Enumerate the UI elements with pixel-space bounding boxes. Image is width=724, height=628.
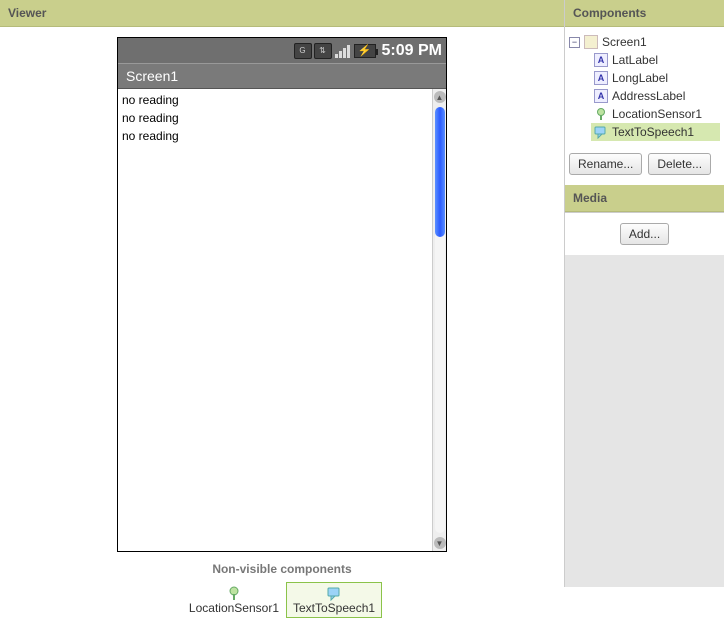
components-header: Components: [565, 0, 724, 27]
phone-preview: G ⇅ ⚡ 5:09 PM Screen1 no reading no read…: [117, 37, 447, 552]
rename-button[interactable]: Rename...: [569, 153, 642, 175]
nonvisible-item-label: LocationSensor1: [189, 601, 279, 615]
viewer-header: Viewer: [0, 0, 564, 27]
network-g-icon: G: [294, 43, 312, 59]
tree-item-label: LatLabel: [612, 53, 658, 67]
address-label[interactable]: no reading: [122, 127, 428, 145]
nonvisible-title: Non-visible components: [0, 562, 564, 576]
label-icon: A: [594, 89, 608, 103]
delete-button[interactable]: Delete...: [648, 153, 711, 175]
screen-content: no reading no reading no reading: [118, 89, 432, 551]
tts-icon: [594, 125, 608, 139]
label-icon: A: [594, 71, 608, 85]
add-media-button[interactable]: Add...: [620, 223, 669, 245]
tree-item-screen1[interactable]: Screen1: [602, 35, 647, 49]
tree-item-label: LocationSensor1: [612, 107, 702, 121]
tree-item-texttospeech[interactable]: TextToSpeech1: [591, 123, 720, 141]
screen-icon: [584, 35, 598, 49]
lat-label[interactable]: no reading: [122, 91, 428, 109]
nonvisible-item-label: TextToSpeech1: [293, 601, 375, 615]
screen-title-bar: Screen1: [118, 63, 446, 89]
scrollbar[interactable]: ▲ ▼: [432, 89, 446, 551]
tree-item-longlabel[interactable]: A LongLabel: [591, 69, 720, 87]
scroll-up-icon[interactable]: ▲: [434, 91, 446, 103]
tts-icon: [326, 585, 342, 601]
status-bar: G ⇅ ⚡ 5:09 PM: [118, 38, 446, 63]
nonvisible-item-locationsensor[interactable]: LocationSensor1: [182, 582, 286, 618]
tree-item-locationsensor[interactable]: LocationSensor1: [591, 105, 720, 123]
scroll-thumb[interactable]: [435, 107, 445, 237]
scroll-down-icon[interactable]: ▼: [434, 537, 446, 549]
components-tree: − Screen1 A LatLabel A LongLabel A Addre…: [565, 27, 724, 147]
long-label[interactable]: no reading: [122, 109, 428, 127]
tree-item-label: AddressLabel: [612, 89, 685, 103]
location-icon: [594, 107, 608, 121]
label-icon: A: [594, 53, 608, 67]
data-icon: ⇅: [314, 43, 332, 59]
tree-collapse-icon[interactable]: −: [569, 37, 580, 48]
location-icon: [226, 585, 242, 601]
tree-item-label: LongLabel: [612, 71, 668, 85]
status-time: 5:09 PM: [378, 42, 442, 60]
signal-icon: [334, 43, 352, 59]
battery-icon: ⚡: [354, 44, 376, 58]
tree-item-addresslabel[interactable]: A AddressLabel: [591, 87, 720, 105]
tree-item-label: TextToSpeech1: [612, 125, 694, 139]
tree-item-latlabel[interactable]: A LatLabel: [591, 51, 720, 69]
viewer-body: G ⇅ ⚡ 5:09 PM Screen1 no reading no read…: [0, 27, 564, 552]
media-header: Media: [565, 185, 724, 212]
nonvisible-item-texttospeech[interactable]: TextToSpeech1: [286, 582, 382, 618]
